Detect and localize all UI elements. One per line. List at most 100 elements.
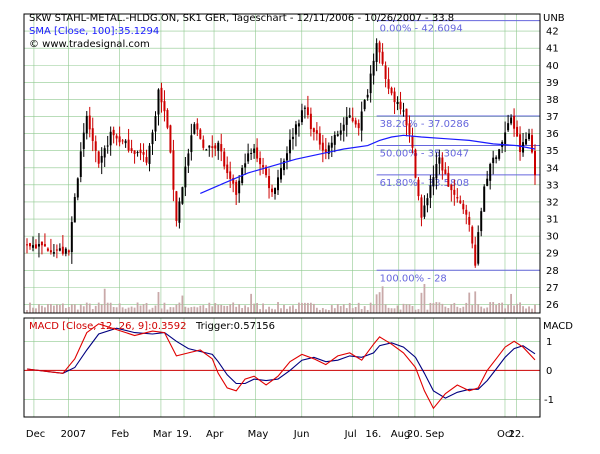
candle-body [525,138,528,145]
candle-body [330,142,333,148]
volume-bar [235,306,238,313]
candle-body [450,184,453,191]
volume-bar [277,302,279,313]
price-tick-label: 36 [546,129,559,140]
candle-body [345,116,348,125]
candle-body [124,140,127,144]
volume-bar [262,303,264,313]
chart-title: SKW STAHL-METAL.-HLDG.ON, SK1 GER, Tages… [29,13,454,24]
candle-body [79,151,82,177]
x-tick-label: Feb [111,429,129,440]
fib-level-label: 38.20% - 37.0286 [380,119,469,130]
volume-bar [315,307,318,313]
candle-body [438,157,441,164]
candle-body [453,189,456,195]
candle-body [205,149,208,151]
volume-bar [453,302,456,313]
volume-bar [336,304,339,313]
candle-body [465,209,468,215]
volume-bar [115,307,118,313]
volume-bar [510,293,512,313]
volume-bar [142,304,145,313]
macd-line [26,323,536,410]
volume-bar [417,309,420,313]
candle-body [100,155,103,163]
volume-bar [154,305,157,313]
candle-body [49,250,52,253]
volume-bar [259,309,261,313]
volume-bar [58,304,61,313]
grid [24,14,540,417]
candle-body [181,187,184,204]
price-tick-label: 41 [546,44,559,55]
volume-bar [519,302,521,313]
candle-body [199,129,202,139]
volume-bar [384,304,387,313]
candle-body [510,117,513,124]
candle-body [300,110,303,123]
candle-body [393,91,396,103]
volume-bar [145,302,148,313]
volume-bar [79,304,82,313]
sma-legend: SMA [Close, 100]:35.1294 [29,26,159,37]
candle-body [73,197,76,223]
candle-body [151,132,154,145]
volume-bar [223,305,226,313]
candle-body [247,153,250,162]
candle-body [429,185,432,198]
candle-body [486,178,489,186]
volume-bar [109,302,112,313]
candle-body [432,177,435,187]
volume-bar [321,308,324,313]
candle-body [387,79,390,89]
volume-bar [354,307,357,313]
volume-bar [118,303,121,313]
volume-bar [399,309,402,313]
x-tick-label: 19. [176,429,192,440]
volume-bar [405,304,408,313]
volume-bar [387,307,390,313]
volume-bar [64,308,67,313]
volume-bar [220,304,223,313]
volume-bar [513,305,515,313]
price-tick-label: 35 [546,146,559,157]
candle-body [160,87,163,103]
volume-bar [483,308,486,313]
macd-panel [24,323,540,410]
candle-body [459,200,462,204]
volume-bar [196,307,199,313]
candle-body [37,244,40,247]
candle-body [363,99,366,110]
candle-body [384,65,387,80]
volume-bar [495,304,498,313]
price-tick-label: 29 [546,249,559,260]
candle-body [456,197,459,199]
candle-body [136,152,139,154]
volume-bar [205,308,208,313]
candle-body [142,152,145,155]
volume-bar [489,302,492,313]
candle-body [28,243,31,247]
candle-body [196,123,199,130]
volume-bar [369,302,372,313]
candle-body [55,249,58,251]
fib-level-label: 100.00% - 28 [380,273,447,284]
x-tick-label: May [248,429,269,440]
volume-bar [52,305,55,313]
candle-body [381,51,384,64]
candle-body [372,60,375,76]
candle-body [339,130,342,135]
volume-bar [295,308,297,313]
price-tick-label: 28 [546,266,559,277]
volume-bar [459,308,462,313]
volume-bar [378,292,381,313]
candle-body [462,203,465,210]
candle-body [277,177,280,191]
candle-body [321,142,324,151]
fibonacci-retracement: 0.00% - 42.6094 38.20% - 37.0286 50.00% - … [376,20,540,284]
volume-bar [441,303,444,313]
candle-body [291,136,294,140]
candle-body [369,73,372,94]
volume-bar [85,302,88,313]
volume-bar [247,307,250,313]
